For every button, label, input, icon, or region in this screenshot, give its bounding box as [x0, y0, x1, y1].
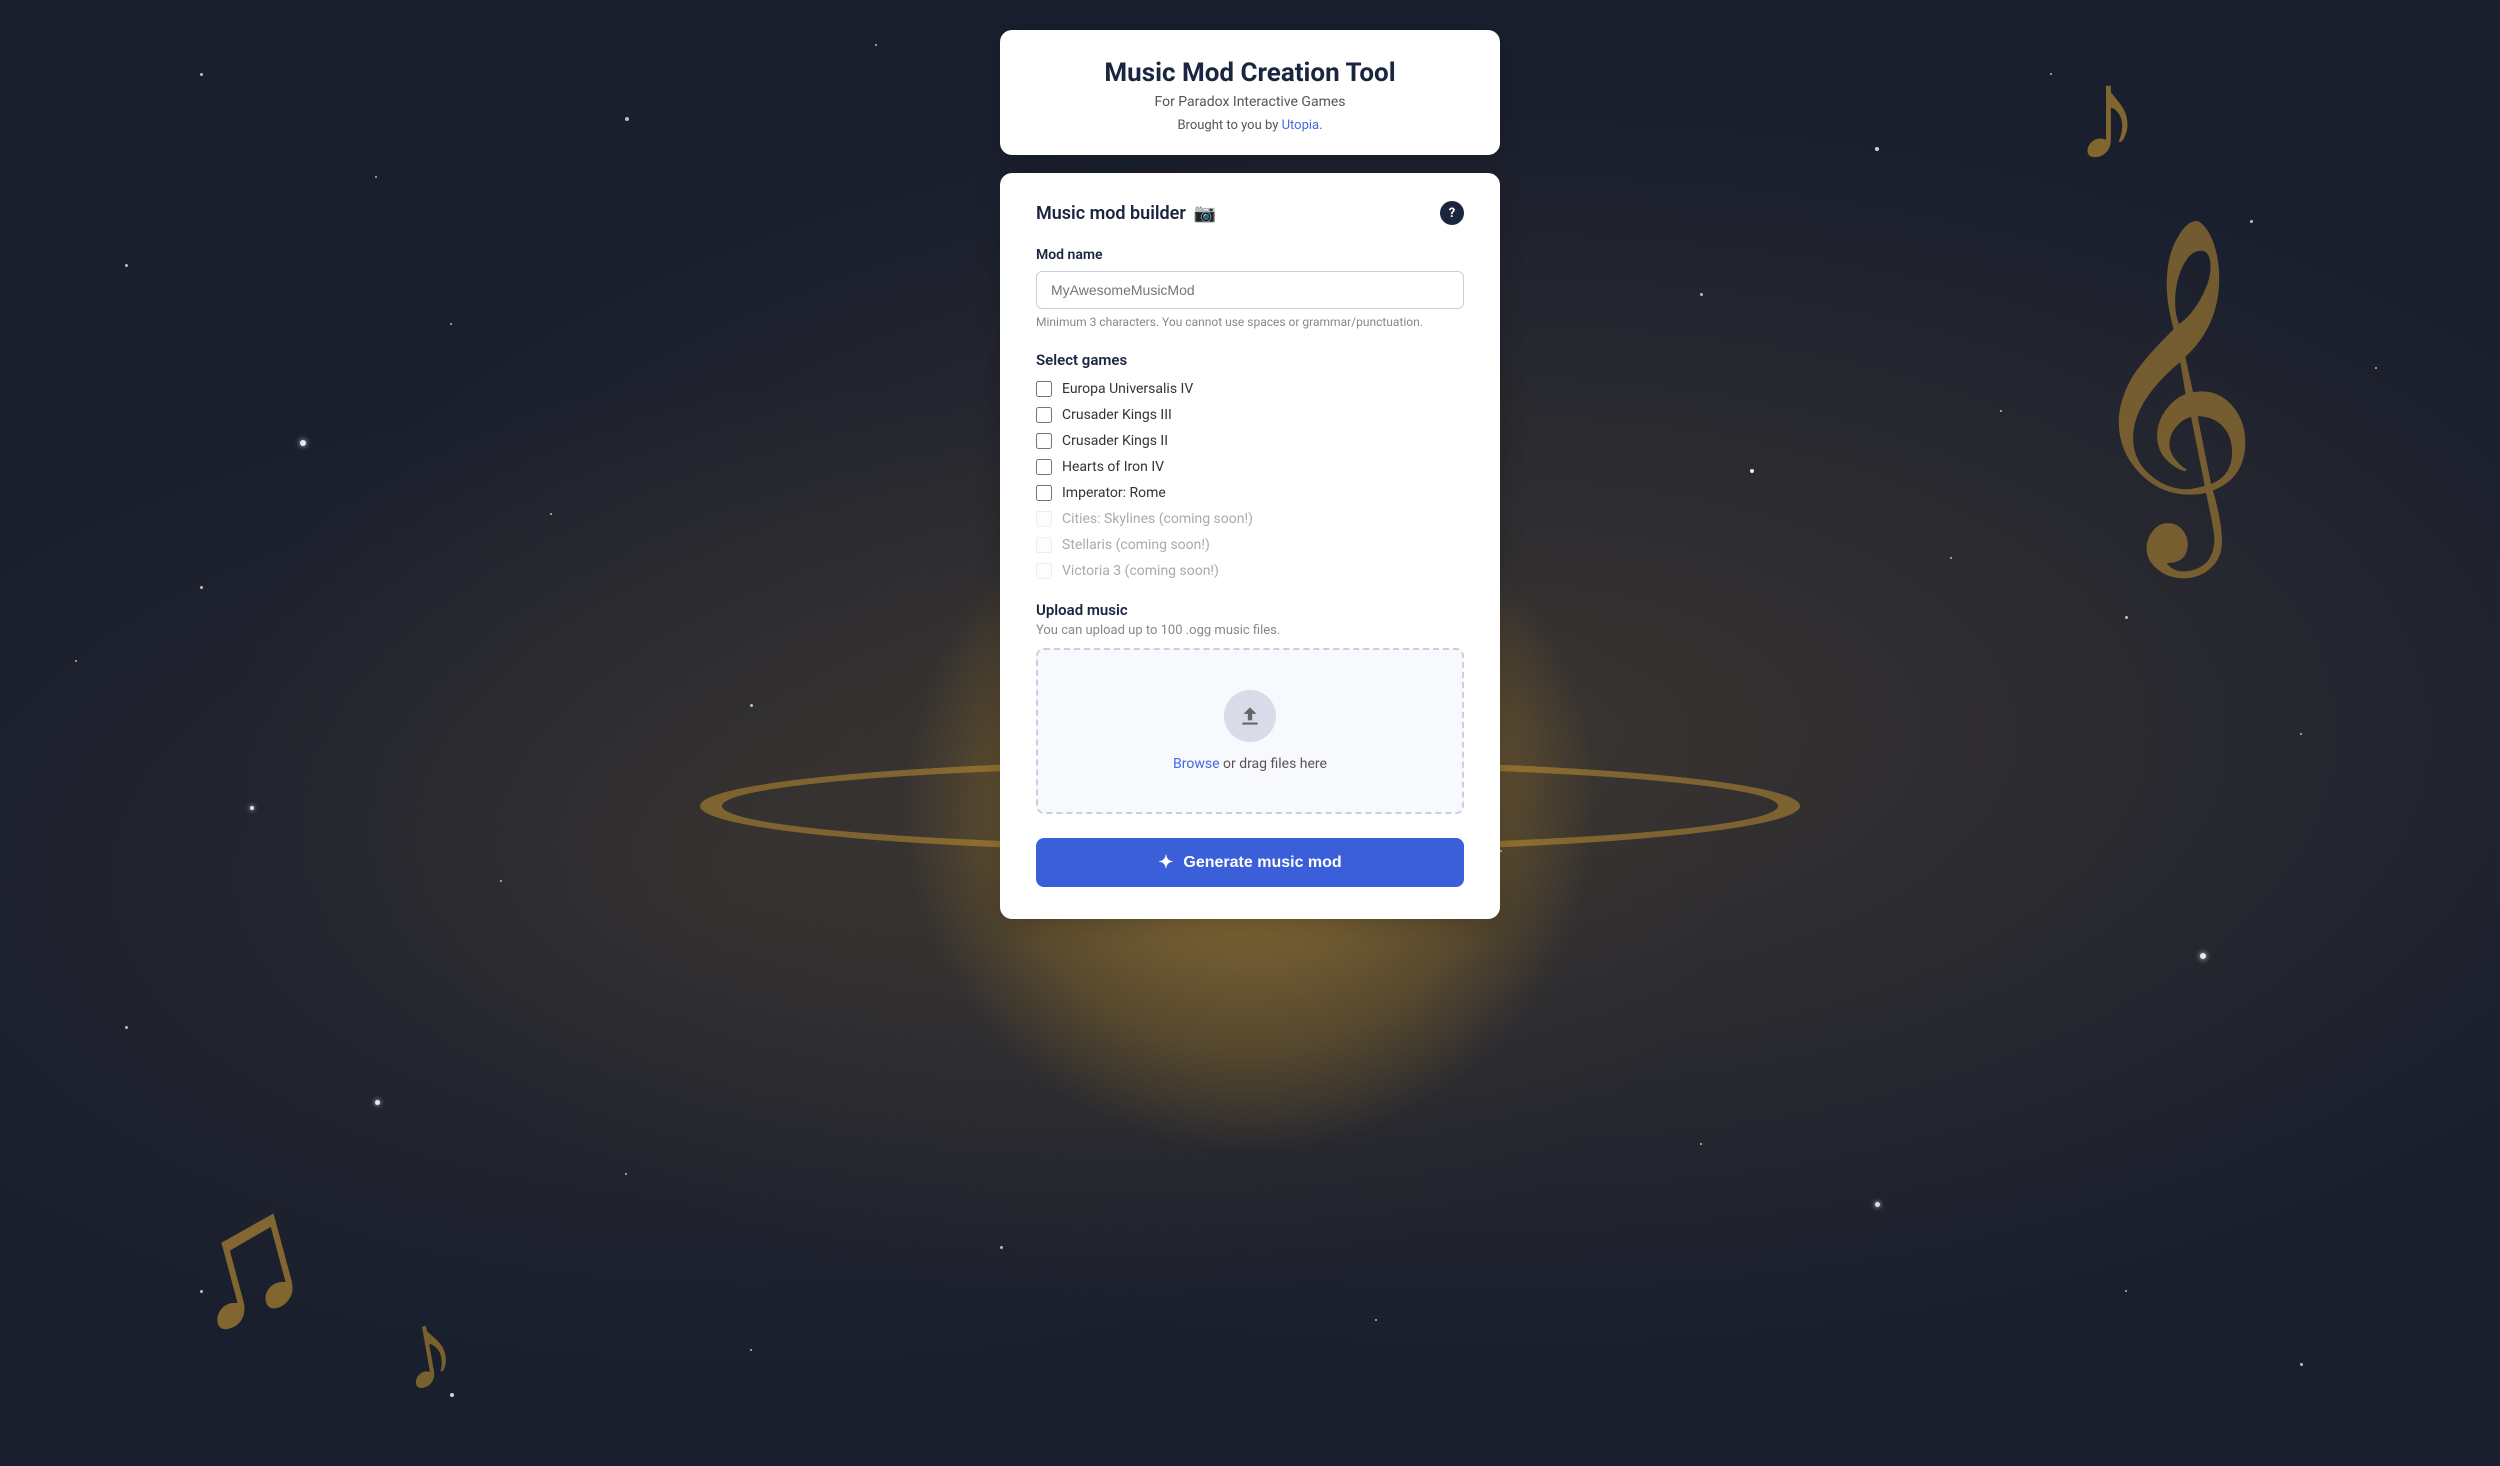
game-checkbox-6 [1036, 537, 1052, 553]
game-checkbox-0[interactable] [1036, 381, 1052, 397]
page-wrapper: Music Mod Creation Tool For Paradox Inte… [0, 0, 2500, 1466]
game-label-7: Victoria 3 (coming soon!) [1062, 563, 1219, 579]
mod-name-hint: Minimum 3 characters. You cannot use spa… [1036, 315, 1464, 329]
upload-icon [1224, 690, 1276, 742]
game-checkbox-4[interactable] [1036, 485, 1052, 501]
upload-arrow-icon [1237, 703, 1263, 729]
game-label-5: Cities: Skylines (coming soon!) [1062, 511, 1253, 527]
game-item-3: Hearts of Iron IV [1036, 459, 1464, 475]
builder-title-text: Music mod builder [1036, 203, 1186, 224]
game-checkbox-3[interactable] [1036, 459, 1052, 475]
header-credit: Brought to you by Utopia. [1048, 118, 1452, 133]
game-checkbox-5 [1036, 511, 1052, 527]
drag-text: or drag files here [1220, 756, 1327, 772]
game-label-2: Crusader Kings II [1062, 433, 1168, 449]
upload-title: Upload music [1036, 601, 1464, 619]
upload-text: Browse or drag files here [1173, 756, 1327, 772]
browse-link[interactable]: Browse [1173, 756, 1219, 772]
builder-title: Music mod builder 📷 [1036, 203, 1216, 224]
credit-prefix: Brought to you by [1177, 118, 1281, 133]
game-item-4: Imperator: Rome [1036, 485, 1464, 501]
upload-hint: You can upload up to 100 .ogg music file… [1036, 623, 1464, 638]
generate-button[interactable]: ✦ Generate music mod [1036, 838, 1464, 887]
games-title: Select games [1036, 351, 1464, 369]
upload-section: Upload music You can upload up to 100 .o… [1036, 601, 1464, 814]
header-card: Music Mod Creation Tool For Paradox Inte… [1000, 30, 1500, 155]
help-button[interactable]: ? [1440, 201, 1464, 225]
game-item-7: Victoria 3 (coming soon!) [1036, 563, 1464, 579]
builder-header: Music mod builder 📷 ? [1036, 201, 1464, 225]
game-label-4: Imperator: Rome [1062, 485, 1166, 501]
game-label-6: Stellaris (coming soon!) [1062, 537, 1210, 553]
game-checkbox-7 [1036, 563, 1052, 579]
generate-button-label: Generate music mod [1183, 854, 1341, 872]
game-item-5: Cities: Skylines (coming soon!) [1036, 511, 1464, 527]
credit-suffix: . [1319, 118, 1322, 133]
games-section: Select games Europa Universalis IV Crusad… [1036, 351, 1464, 579]
game-label-0: Europa Universalis IV [1062, 381, 1193, 397]
wand-icon: ✦ [1158, 852, 1173, 873]
utopia-link[interactable]: Utopia [1282, 118, 1320, 133]
main-card: Music mod builder 📷 ? Mod name Minimum 3… [1000, 173, 1500, 919]
upload-dropzone[interactable]: Browse or drag files here [1036, 648, 1464, 814]
games-list: Europa Universalis IV Crusader Kings III C… [1036, 381, 1464, 579]
camera-icon: 📷 [1194, 203, 1216, 224]
mod-name-label: Mod name [1036, 247, 1464, 263]
game-label-3: Hearts of Iron IV [1062, 459, 1164, 475]
header-title: Music Mod Creation Tool [1048, 58, 1452, 88]
game-label-1: Crusader Kings III [1062, 407, 1172, 423]
header-subtitle: For Paradox Interactive Games [1048, 94, 1452, 110]
game-checkbox-2[interactable] [1036, 433, 1052, 449]
game-item-6: Stellaris (coming soon!) [1036, 537, 1464, 553]
mod-name-input[interactable] [1036, 271, 1464, 309]
game-item-2: Crusader Kings II [1036, 433, 1464, 449]
game-item-0: Europa Universalis IV [1036, 381, 1464, 397]
game-item-1: Crusader Kings III [1036, 407, 1464, 423]
game-checkbox-1[interactable] [1036, 407, 1052, 423]
